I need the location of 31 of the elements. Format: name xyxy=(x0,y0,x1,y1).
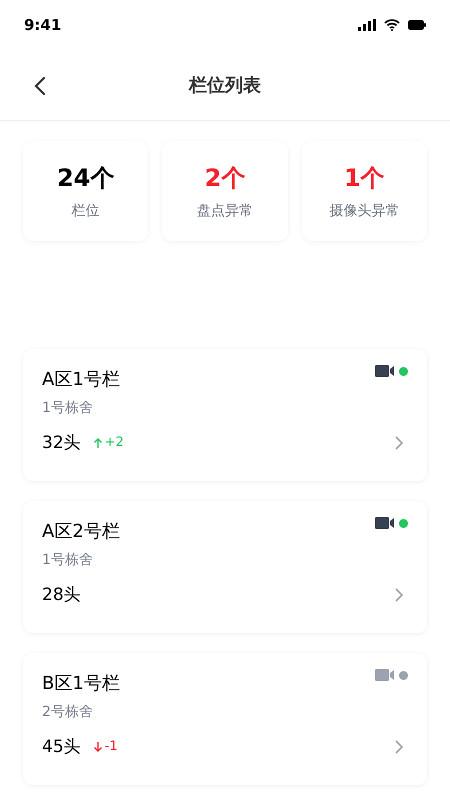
stat-label: 栏位 xyxy=(72,202,100,220)
page-title: 栏位列表 xyxy=(189,74,261,97)
pen-card[interactable]: B区1号栏 2号栋舍 45头 -1 xyxy=(23,653,427,785)
pen-name: A区1号栏 xyxy=(42,368,121,391)
pen-name: B区1号栏 xyxy=(42,672,121,695)
stat-value: 24个 xyxy=(56,163,114,194)
barn-label: 2号栋舍 xyxy=(42,703,94,721)
stat-value: 2个 xyxy=(204,163,246,194)
chevron-right-icon[interactable] xyxy=(393,435,405,451)
signal-icon xyxy=(358,19,376,31)
pen-card[interactable]: A区2号栏 1号栋舍 28头 xyxy=(23,501,427,633)
head-count: 45头 xyxy=(42,736,81,758)
count-change: -1 xyxy=(104,739,118,754)
battery-icon xyxy=(408,20,426,30)
status-time: 9:41 xyxy=(24,16,62,34)
stat-label: 摄像头异常 xyxy=(329,202,400,220)
head-count: 28头 xyxy=(42,584,81,606)
stat-value: 1个 xyxy=(344,163,385,194)
stat-label: 盘点异常 xyxy=(196,202,253,220)
pen-card[interactable]: A区1号栏 1号栋舍 32头 +2 xyxy=(23,349,427,481)
wifi-icon xyxy=(384,19,400,31)
chevron-right-icon[interactable] xyxy=(393,739,405,755)
barn-label: 1号栋舍 xyxy=(42,551,94,569)
down-arrow-icon xyxy=(92,740,103,752)
count-change: +2 xyxy=(104,435,124,450)
pen-name: A区2号栏 xyxy=(42,520,121,543)
barn-label: 1号栋舍 xyxy=(42,399,94,417)
head-count: 32头 xyxy=(42,432,81,454)
back-icon xyxy=(34,76,46,96)
up-arrow-icon xyxy=(92,436,103,448)
chevron-right-icon[interactable] xyxy=(393,587,405,603)
